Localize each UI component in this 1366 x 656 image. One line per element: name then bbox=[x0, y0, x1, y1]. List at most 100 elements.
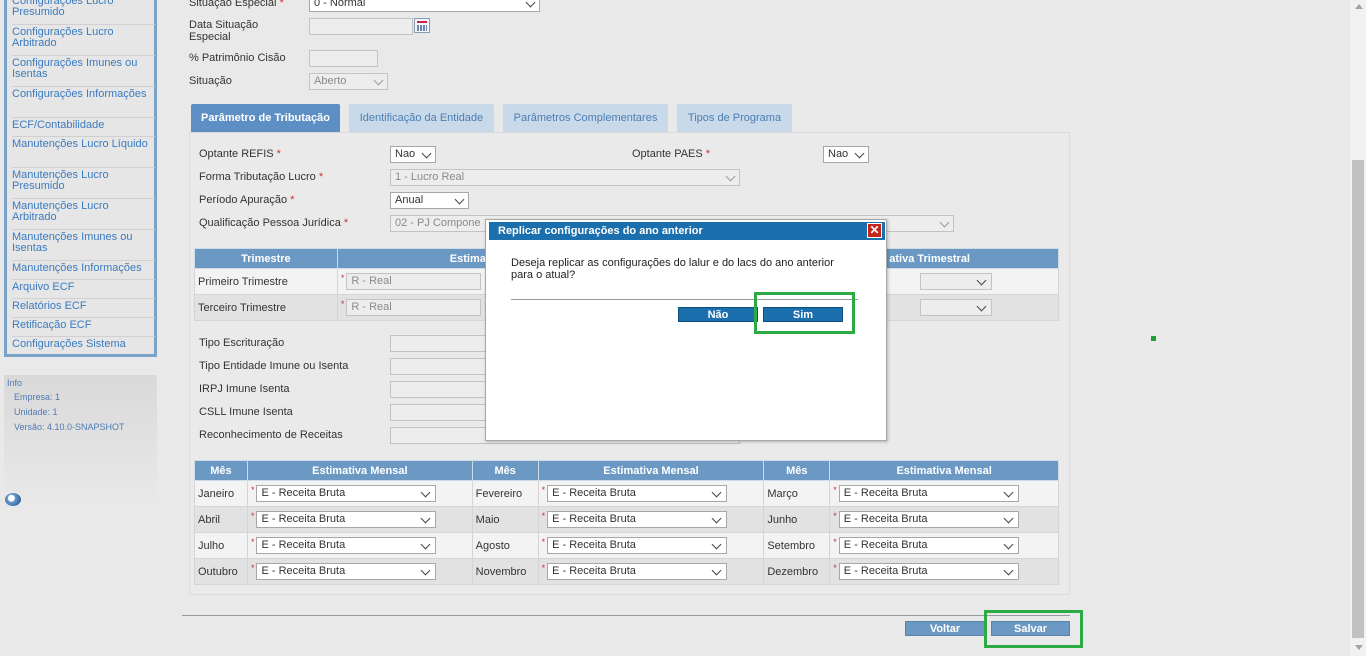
trimestre-name: Primeiro Trimestre bbox=[194, 268, 338, 295]
data-situacao-especial-input[interactable] bbox=[309, 18, 413, 35]
patrimonio-cisao-label: % Patrimônio Cisão bbox=[189, 52, 286, 64]
salvar-highlight bbox=[984, 610, 1083, 648]
table-header: Estimativa Mensal bbox=[537, 460, 765, 481]
mes-cell: Março bbox=[763, 480, 831, 507]
csll-input[interactable] bbox=[390, 404, 486, 421]
chevron-down-icon bbox=[373, 75, 384, 86]
tipo-entidade-input[interactable] bbox=[390, 358, 486, 375]
trimestre-select[interactable]: R - Real bbox=[346, 273, 482, 290]
mes-cell: Abril bbox=[194, 506, 248, 533]
sidebar-item-manutencoes-informacoes[interactable]: Manutenções Informações bbox=[12, 261, 155, 280]
trimestre-select[interactable] bbox=[919, 273, 992, 290]
estimativa-cell: * E - Receita Bruta bbox=[829, 506, 1059, 533]
nao-button[interactable]: Não bbox=[678, 307, 758, 322]
trimestre-select[interactable]: R - Real bbox=[346, 299, 482, 316]
optante-paes-label: Optante PAES * bbox=[632, 148, 711, 160]
chevron-down-icon bbox=[1003, 565, 1014, 576]
scroll-down-icon[interactable] bbox=[1355, 645, 1363, 650]
mes-cell: Julho bbox=[194, 532, 248, 559]
estimativa-select[interactable]: E - Receita Bruta bbox=[256, 485, 437, 502]
sidebar-menu: Configurações Lucro Presumido Configuraç… bbox=[4, 0, 157, 357]
sidebar-item-manutencoes-lucro-liquido[interactable]: Manutenções Lucro Líquido bbox=[12, 137, 155, 168]
patrimonio-cisao-input[interactable] bbox=[309, 50, 378, 67]
chevron-down-icon bbox=[1003, 487, 1014, 498]
estimativa-select[interactable]: E - Receita Bruta bbox=[256, 537, 437, 554]
dialog-message: Deseja replicar as configurações do lalu… bbox=[511, 257, 834, 281]
estimativa-cell: * E - Receita Bruta bbox=[246, 506, 473, 533]
sidebar-item-configuracoes-lucro-arbitrado[interactable]: Configurações Lucro Arbitrado bbox=[12, 25, 155, 56]
green-marker bbox=[1151, 336, 1156, 341]
mes-cell: Maio bbox=[471, 506, 539, 533]
sidebar-item-retificacao-ecf[interactable]: Retificação ECF bbox=[12, 318, 155, 337]
data-situacao-especial-label: Data Situação Especial bbox=[189, 19, 259, 43]
tipo-escrituracao-input[interactable] bbox=[390, 335, 486, 352]
chevron-down-icon bbox=[711, 565, 722, 576]
estimativa-select[interactable]: E - Receita Bruta bbox=[547, 485, 728, 502]
mes-cell: Fevereiro bbox=[471, 480, 539, 507]
estimativa-select[interactable]: E - Receita Bruta bbox=[547, 537, 728, 554]
calendar-icon[interactable] bbox=[414, 18, 430, 33]
estimativa-select[interactable]: E - Receita Bruta bbox=[838, 511, 1019, 528]
sidebar-item-ecf-contabilidade[interactable]: ECF/Contabilidade bbox=[12, 118, 155, 137]
sidebar-item-configuracoes-lucro-presumido[interactable]: Configurações Lucro Presumido bbox=[12, 0, 155, 25]
tipo-entidade-label: Tipo Entidade Imune ou Isenta bbox=[199, 360, 349, 372]
voltar-button[interactable]: Voltar bbox=[905, 621, 985, 636]
chevron-down-icon bbox=[525, 0, 536, 8]
tab-identificacao-entidade[interactable]: Identificação da Entidade bbox=[349, 104, 494, 132]
estimativa-select[interactable]: E - Receita Bruta bbox=[547, 563, 728, 580]
info-versao: Versão: 4.10.0-SNAPSHOT bbox=[14, 422, 125, 432]
table-row: Abril * E - Receita Bruta Maio * E - Recei… bbox=[194, 506, 1059, 533]
info-empresa: Empresa: 1 bbox=[14, 392, 61, 402]
estimativa-cell: * E - Receita Bruta bbox=[537, 480, 765, 507]
sidebar-item-manutencoes-lucro-arbitrado[interactable]: Manutenções Lucro Arbitrado bbox=[12, 199, 155, 230]
mes-cell: Novembro bbox=[471, 558, 539, 585]
chevron-down-icon bbox=[1003, 539, 1014, 550]
csll-label: CSLL Imune Isenta bbox=[199, 406, 293, 418]
estimativa-cell: * E - Receita Bruta bbox=[246, 558, 473, 585]
footer-divider bbox=[182, 615, 1070, 616]
tab-parametro-tributacao[interactable]: Parâmetro de Tributação bbox=[191, 104, 340, 132]
periodo-apuracao-label: Período Apuração * bbox=[199, 194, 295, 206]
tab-tipos-programa[interactable]: Tipos de Programa bbox=[677, 104, 792, 132]
optante-paes-select[interactable]: Nao bbox=[823, 146, 869, 163]
sidebar-item-relatorios-ecf[interactable]: Relatórios ECF bbox=[12, 299, 155, 318]
close-icon[interactable]: ✕ bbox=[867, 223, 882, 238]
chevron-down-icon bbox=[939, 217, 950, 228]
tab-parametros-complementares[interactable]: Parâmetros Complementares bbox=[503, 104, 668, 132]
estimativa-select[interactable]: E - Receita Bruta bbox=[838, 563, 1019, 580]
estimativa-mensal-table: Mês Estimativa Mensal Mês Estimativa Men… bbox=[194, 460, 1059, 585]
situacao-especial-select[interactable]: 0 - Normal bbox=[309, 0, 540, 12]
estimativa-select[interactable]: E - Receita Bruta bbox=[256, 563, 437, 580]
chevron-down-icon bbox=[711, 539, 722, 550]
irpj-input[interactable] bbox=[390, 381, 486, 398]
optante-refis-select[interactable]: Nao bbox=[390, 146, 436, 163]
table-row: Julho * E - Receita Bruta Agosto * E - Rec… bbox=[194, 532, 1059, 559]
estimativa-select[interactable]: E - Receita Bruta bbox=[547, 511, 728, 528]
situacao-select[interactable]: Aberto bbox=[309, 73, 388, 90]
sidebar-item-arquivo-ecf[interactable]: Arquivo ECF bbox=[12, 280, 155, 299]
estimativa-cell: * E - Receita Bruta bbox=[829, 558, 1059, 585]
estimativa-select[interactable]: E - Receita Bruta bbox=[256, 511, 437, 528]
sidebar: Configurações Lucro Presumido Configuraç… bbox=[0, 0, 158, 656]
mes-cell: Setembro bbox=[763, 532, 831, 559]
sidebar-item-manutencoes-imunes-isentas[interactable]: Manutenções Imunes ou Isentas bbox=[12, 230, 155, 261]
info-panel: Info Empresa: 1 Unidade: 1 Versão: 4.10.… bbox=[4, 375, 157, 505]
estimativa-select[interactable]: E - Receita Bruta bbox=[838, 485, 1019, 502]
chevron-down-icon bbox=[421, 539, 431, 550]
scrollbar-thumb[interactable] bbox=[1352, 160, 1364, 638]
sidebar-item-configuracoes-imunes-isentas[interactable]: Configurações Imunes ou Isentas bbox=[12, 56, 155, 87]
sidebar-item-configuracoes-informacoes[interactable]: Configurações Informações bbox=[12, 87, 155, 118]
chevron-down-icon bbox=[976, 275, 986, 286]
forma-tributacao-select[interactable]: 1 - Lucro Real bbox=[390, 169, 740, 186]
scroll-up-icon[interactable] bbox=[1355, 4, 1363, 9]
mes-cell: Agosto bbox=[471, 532, 539, 559]
periodo-apuracao-select[interactable]: Anual bbox=[390, 192, 469, 209]
sidebar-item-manutencoes-lucro-presumido[interactable]: Manutenções Lucro Presumido bbox=[12, 168, 155, 199]
mes-cell: Outubro bbox=[194, 558, 248, 585]
sidebar-item-configuracoes-sistema[interactable]: Configurações Sistema bbox=[12, 337, 155, 356]
table-header: Mês bbox=[194, 460, 248, 481]
estimativa-select[interactable]: E - Receita Bruta bbox=[838, 537, 1019, 554]
chevron-down-icon bbox=[421, 565, 431, 576]
table-header: Mês bbox=[763, 460, 831, 481]
trimestre-select[interactable] bbox=[919, 299, 992, 316]
